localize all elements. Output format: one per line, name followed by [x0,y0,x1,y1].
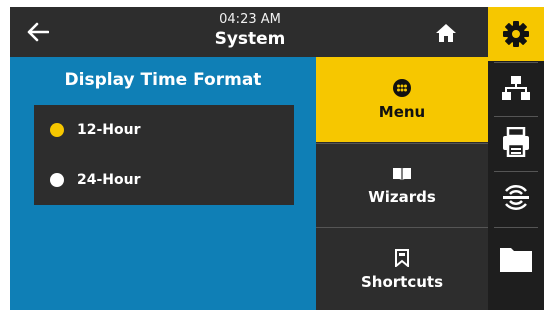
wireless-icon [503,185,529,210]
shortcuts-button[interactable]: Shortcuts [316,227,488,310]
printer-display: 04:23 AM System Display Time Format 12-H… [10,7,544,310]
sidebar-item-print[interactable] [488,117,544,167]
shortcuts-label: Shortcuts [360,273,444,291]
menu-label: Menu [378,102,426,121]
settings-panel: Display Time Format 12-Hour 24-Hour [10,57,316,310]
radio-unselected-icon [50,173,64,187]
option-12-hour[interactable]: 12-Hour [34,105,294,155]
back-arrow-icon [27,22,49,42]
home-button[interactable] [430,19,462,47]
home-icon [436,24,456,42]
panel-title: Display Time Format [64,70,262,90]
divider [494,227,538,228]
gear-icon [503,21,529,47]
sidebar-item-network[interactable] [488,63,544,113]
wizards-label: Wizards [368,188,436,206]
network-icon [502,76,530,100]
header-bar: 04:23 AM System [10,7,488,57]
dots-circle-icon [393,78,411,97]
book-open-icon [393,168,411,181]
sidebar [488,7,544,310]
option-label: 24-Hour [77,172,141,188]
radio-selected-icon [50,123,64,137]
bookmark-icon [395,249,409,267]
menu-button[interactable]: Menu [316,57,488,142]
sidebar-item-storage[interactable] [488,229,544,289]
sidebar-item-connection[interactable] [488,172,544,222]
main-menu: Menu Wizards Shortcuts [316,57,488,310]
sidebar-item-settings[interactable] [488,7,544,61]
option-label: 12-Hour [77,122,141,138]
wizards-button[interactable]: Wizards [316,143,488,228]
time-format-options: 12-Hour 24-Hour [34,105,294,205]
back-button[interactable] [20,15,56,49]
printer-icon [503,127,529,157]
folder-icon [500,248,532,272]
page-title: System [214,29,286,49]
clock: 04:23 AM [219,12,281,27]
option-24-hour[interactable]: 24-Hour [34,155,294,205]
